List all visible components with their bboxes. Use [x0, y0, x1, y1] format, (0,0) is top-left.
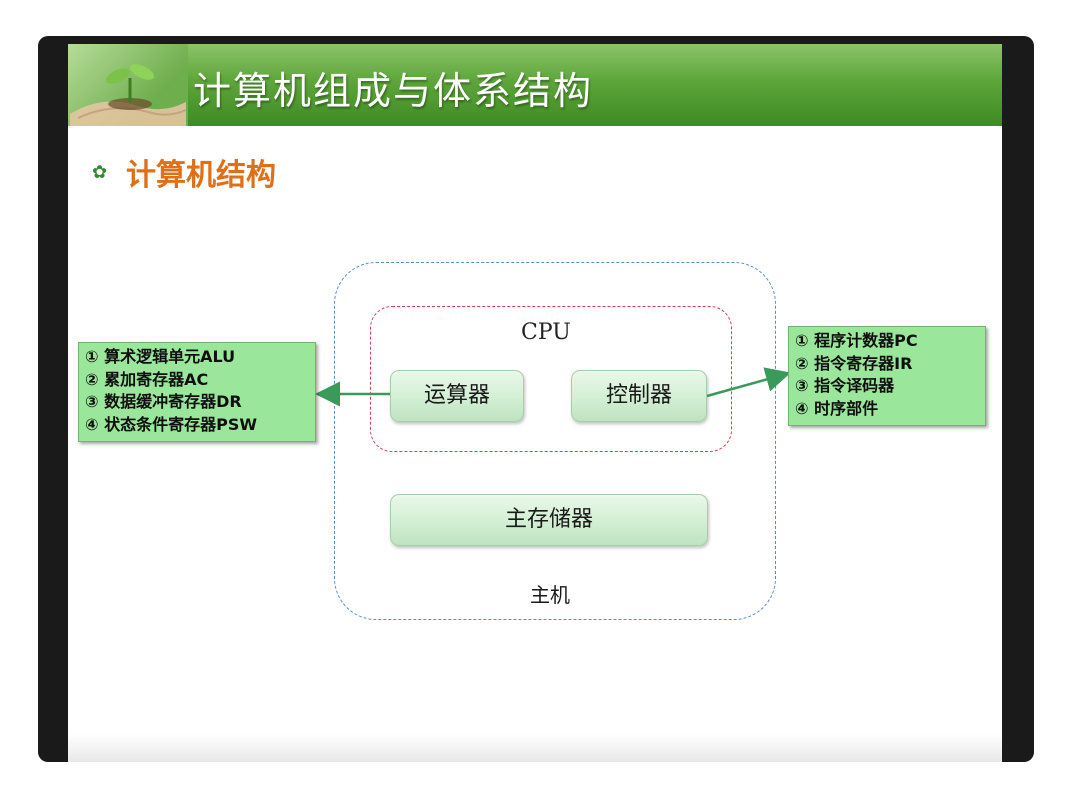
alu-components-box: ① 算术逻辑单元ALU ② 累加寄存器AC ③ 数据缓冲寄存器DR ④ 状态条件… [78, 342, 316, 442]
slide: 计算机组成与体系结构 ✿ 计算机结构 CPU 运算器 控制器 主存储器 主机 ①… [68, 44, 1002, 762]
slide-frame: 计算机组成与体系结构 ✿ 计算机结构 CPU 运算器 控制器 主存储器 主机 ①… [38, 36, 1034, 762]
controller-component-item: ③ 指令译码器 [795, 376, 895, 395]
alu-component-item: ③ 数据缓冲寄存器DR [85, 392, 242, 411]
controller-component-item: ② 指令寄存器IR [795, 353, 913, 373]
alu-component-item: ④ 状态条件寄存器PSW [85, 414, 258, 434]
controller-to-components-arrow [706, 367, 791, 398]
controller-component-item: ④ 时序部件 [795, 398, 879, 418]
alu-component-item: ① 算术逻辑单元ALU [85, 347, 236, 366]
controller-components-box: ① 程序计数器PC ② 指令寄存器IR ③ 指令译码器 ④ 时序部件 [788, 326, 986, 426]
alu-component-item: ② 累加寄存器AC [85, 369, 209, 389]
bottom-fade [68, 734, 1002, 762]
controller-component-item: ① 程序计数器PC [795, 331, 918, 350]
